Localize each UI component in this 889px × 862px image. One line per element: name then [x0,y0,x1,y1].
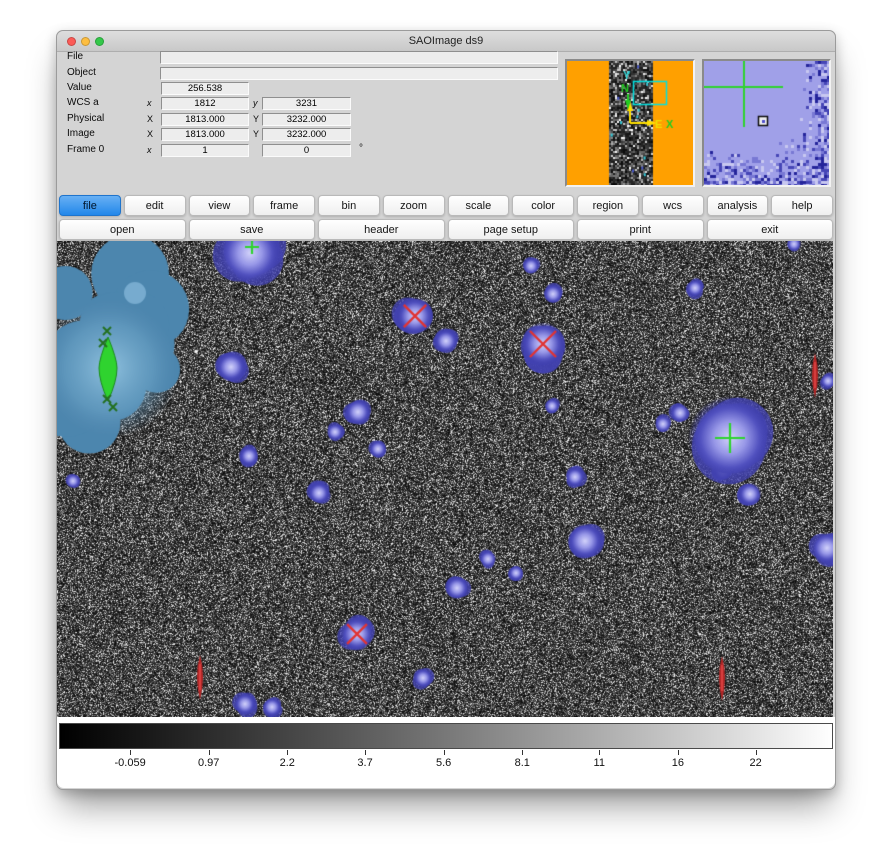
colorbar-tick-label: 22 [750,757,762,769]
colorbar-tick-label: 16 [672,757,684,769]
file-label: File [67,51,83,62]
colorbar-tick [678,750,679,755]
colorbar-tick-label: 3.7 [357,757,372,769]
colorbar-tick-label: 5.6 [436,757,451,769]
menu-analysis[interactable]: analysis [707,195,769,216]
wcs-y-field: 3231 [262,97,351,110]
page-setup-button[interactable]: page setup [448,219,575,240]
colorbar-tick [522,750,523,755]
info-row-object: Object [57,67,563,80]
action-bar: open save header page setup print exit [59,219,833,240]
colorbar-tick [287,750,288,755]
main-image-canvas[interactable] [57,241,833,717]
save-button[interactable]: save [189,219,316,240]
menu-color[interactable]: color [512,195,574,216]
value-field: 256.538 [161,82,249,95]
menu-zoom[interactable]: zoom [383,195,445,216]
print-button[interactable]: print [577,219,704,240]
object-field [160,67,558,80]
close-button[interactable] [67,37,76,46]
colorbar-panel: -0.059 0.97 2.2 3.7 5.6 8.1 11 16 22 [57,717,835,788]
colorbar-tick [130,750,131,755]
degree-symbol: ° [359,143,363,154]
physical-x-field: 1813.000 [161,113,249,126]
colorbar-tick [599,750,600,755]
traffic-lights [67,37,104,46]
frame-zoom-field: 1 [161,144,249,157]
menu-wcs[interactable]: wcs [642,195,704,216]
value-label: Value [67,82,92,93]
panner-panel [565,59,695,187]
wcs-x-label: x [147,98,152,108]
wcs-x-field: 1812 [161,97,249,110]
menu-help[interactable]: help [771,195,833,216]
physical-y-field: 3232.000 [262,113,351,126]
zoom-window-button[interactable] [95,37,104,46]
colorbar-tick-label: -0.059 [115,757,146,769]
minimize-button[interactable] [81,37,90,46]
image-y-field: 3232.000 [262,128,351,141]
window-title: SAOImage ds9 [57,31,835,51]
menu-bar: file edit view frame bin zoom scale colo… [59,195,833,216]
menu-bin[interactable]: bin [318,195,380,216]
magnifier-canvas [704,61,829,185]
colorbar-tick [444,750,445,755]
colorbar-tick-label: 0.97 [198,757,219,769]
wcs-y-label: y [253,98,258,108]
colorbar-gradient[interactable] [59,723,833,749]
desktop: SAOImage ds9 File Object Value 256.538 W… [0,0,889,862]
colorbar-tick [365,750,366,755]
colorbar-tick-label: 8.1 [515,757,530,769]
image-x-field: 1813.000 [161,128,249,141]
menu-scale[interactable]: scale [448,195,510,216]
open-button[interactable]: open [59,219,186,240]
info-row-file: File [57,51,563,64]
ds9-window: SAOImage ds9 File Object Value 256.538 W… [56,30,836,790]
physical-label: Physical [67,113,104,124]
info-row-frame: Frame 0 x 1 0 ° [57,144,563,157]
image-x-label: X [147,129,153,139]
titlebar[interactable]: SAOImage ds9 [57,31,835,52]
physical-x-label: X [147,114,153,124]
object-label: Object [67,67,96,78]
image-label: Image [67,128,95,139]
info-row-physical: Physical X 1813.000 Y 3232.000 [57,113,563,126]
magnifier-panel [702,59,831,187]
info-row-wcs: WCS a x 1812 y 3231 [57,97,563,110]
menu-file[interactable]: file [59,195,121,216]
frame-rotation-field: 0 [262,144,351,157]
menu-frame[interactable]: frame [253,195,315,216]
wcs-label: WCS a [67,97,99,108]
menu-region[interactable]: region [577,195,639,216]
image-y-label: Y [253,129,259,139]
panner-canvas[interactable] [567,61,693,185]
frame-x-label: x [147,145,152,155]
frame-label: Frame 0 [67,144,104,155]
physical-y-label: Y [253,114,259,124]
header-button[interactable]: header [318,219,445,240]
menu-edit[interactable]: edit [124,195,186,216]
colorbar-tick-label: 2.2 [280,757,295,769]
colorbar-tick-label: 11 [594,757,605,769]
info-row-value: Value 256.538 [57,82,563,95]
file-field [160,51,558,64]
exit-button[interactable]: exit [707,219,834,240]
info-row-image: Image X 1813.000 Y 3232.000 [57,128,563,141]
menu-view[interactable]: view [189,195,251,216]
colorbar-tick [756,750,757,755]
colorbar-tick [209,750,210,755]
